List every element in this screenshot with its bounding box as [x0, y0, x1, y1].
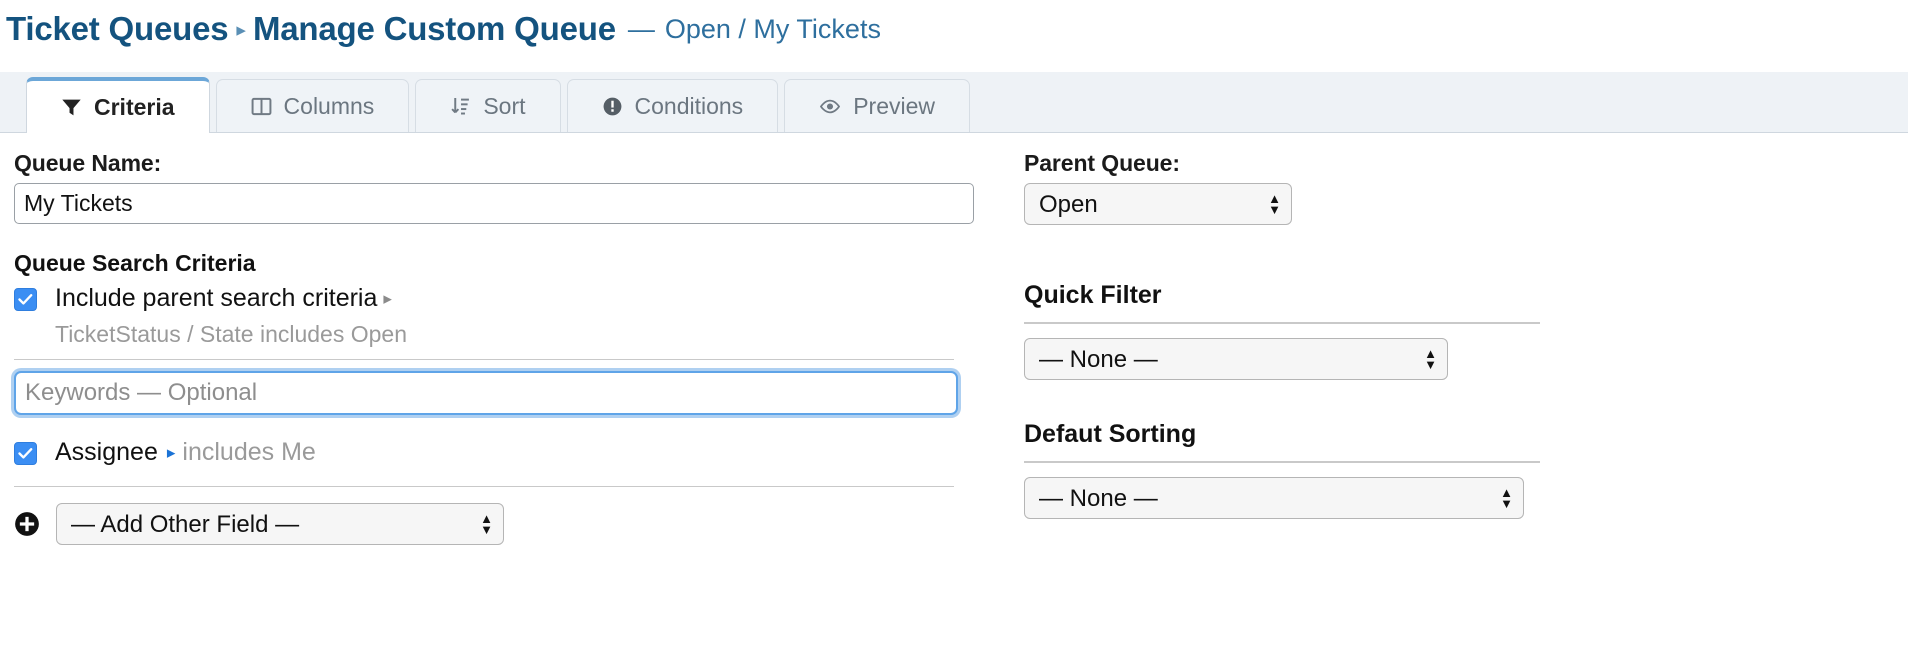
filter-icon	[61, 97, 82, 118]
criteria-left-column: Queue Name: Queue Search Criteria Includ…	[14, 150, 974, 545]
columns-icon	[251, 96, 272, 117]
manage-custom-queue-page: Ticket Queues ▸ Manage Custom Queue — Op…	[0, 0, 1908, 670]
exclamation-circle-icon	[602, 96, 623, 117]
parent-queue-select[interactable]: Open	[1024, 183, 1292, 225]
include-parent-criteria-detail: TicketStatus / State includes Open	[55, 321, 407, 347]
tab-conditions-label: Conditions	[634, 92, 744, 119]
tab-columns-label: Columns	[283, 92, 375, 119]
queue-name-label: Queue Name:	[14, 150, 162, 176]
add-other-field-row: — Add Other Field — ▲ ▼	[14, 503, 974, 545]
default-sorting-select[interactable]: — None —	[1024, 477, 1524, 519]
default-sorting-divider	[1024, 461, 1540, 463]
criteria-right-column: Parent Queue: Open ▲ ▼ Quick Filter — Non…	[1024, 150, 1894, 519]
tab-columns[interactable]: Columns	[215, 79, 410, 132]
include-parent-criteria-text: Include parent search criteria ▸ TicketSt…	[55, 283, 407, 349]
parent-queue-select-wrapper[interactable]: Open ▲ ▼	[1024, 183, 1292, 225]
quick-filter-divider	[1024, 322, 1540, 324]
queue-name-input[interactable]	[14, 183, 974, 224]
tab-conditions[interactable]: Conditions	[566, 79, 779, 132]
criteria-divider-1	[14, 359, 954, 360]
breadcrumb-root-link[interactable]: Ticket Queues	[6, 10, 229, 48]
sort-icon	[450, 96, 471, 117]
assignee-expand-caret-icon[interactable]: ▸	[167, 443, 176, 462]
include-parent-criteria-label: Include parent search criteria	[55, 284, 378, 312]
keywords-input[interactable]	[16, 374, 956, 412]
breadcrumb-dash: —	[627, 13, 655, 44]
tab-sort-label: Sort	[483, 92, 526, 119]
eye-icon	[819, 96, 841, 117]
quick-filter-select[interactable]: — None —	[1024, 338, 1448, 380]
quick-filter-title: Quick Filter	[1024, 281, 1162, 309]
tab-preview-label: Preview	[853, 92, 935, 119]
tab-criteria-label: Criteria	[94, 93, 175, 120]
plus-circle-icon[interactable]	[14, 511, 40, 537]
assignee-criteria-text: Assignee ▸ includes Me	[55, 437, 316, 470]
assignee-label-wrap: Assignee ▸ includes Me	[55, 438, 316, 466]
add-other-field-select[interactable]: — Add Other Field —	[56, 503, 504, 545]
page-title: Manage Custom Queue	[252, 10, 616, 47]
keywords-input-wrapper[interactable]	[14, 371, 958, 415]
tab-bar: Criteria Columns Sort Conditions Preview	[0, 72, 1908, 133]
default-sorting-select-wrapper[interactable]: — None — ▲ ▼	[1024, 477, 1524, 519]
assignee-label: Assignee	[55, 438, 158, 466]
queue-search-criteria-title: Queue Search Criteria	[14, 250, 256, 276]
assignee-criteria-row[interactable]: Assignee ▸ includes Me	[14, 437, 974, 470]
tab-criteria[interactable]: Criteria	[26, 77, 210, 133]
include-parent-checkbox[interactable]	[14, 288, 37, 311]
breadcrumb-subtitle: Open / My Tickets	[664, 13, 881, 44]
add-other-field-select-wrapper[interactable]: — Add Other Field — ▲ ▼	[56, 503, 504, 545]
include-parent-expand-caret-icon[interactable]: ▸	[383, 289, 392, 308]
default-sorting-title: Defaut Sorting	[1024, 420, 1197, 448]
include-parent-criteria-label-wrap: Include parent search criteria ▸	[55, 284, 392, 312]
tab-preview[interactable]: Preview	[784, 79, 970, 132]
assignee-checkbox[interactable]	[14, 442, 37, 465]
quick-filter-select-wrapper[interactable]: — None — ▲ ▼	[1024, 338, 1448, 380]
include-parent-criteria-row[interactable]: Include parent search criteria ▸ TicketSt…	[14, 283, 974, 349]
assignee-condition: includes Me	[182, 438, 316, 466]
breadcrumb: Ticket Queues ▸ Manage Custom Queue — Op…	[6, 5, 881, 53]
criteria-divider-2	[14, 486, 954, 487]
parent-queue-label: Parent Queue:	[1024, 150, 1180, 176]
breadcrumb-separator-icon: ▸	[236, 19, 246, 41]
tab-sort[interactable]: Sort	[415, 79, 561, 132]
